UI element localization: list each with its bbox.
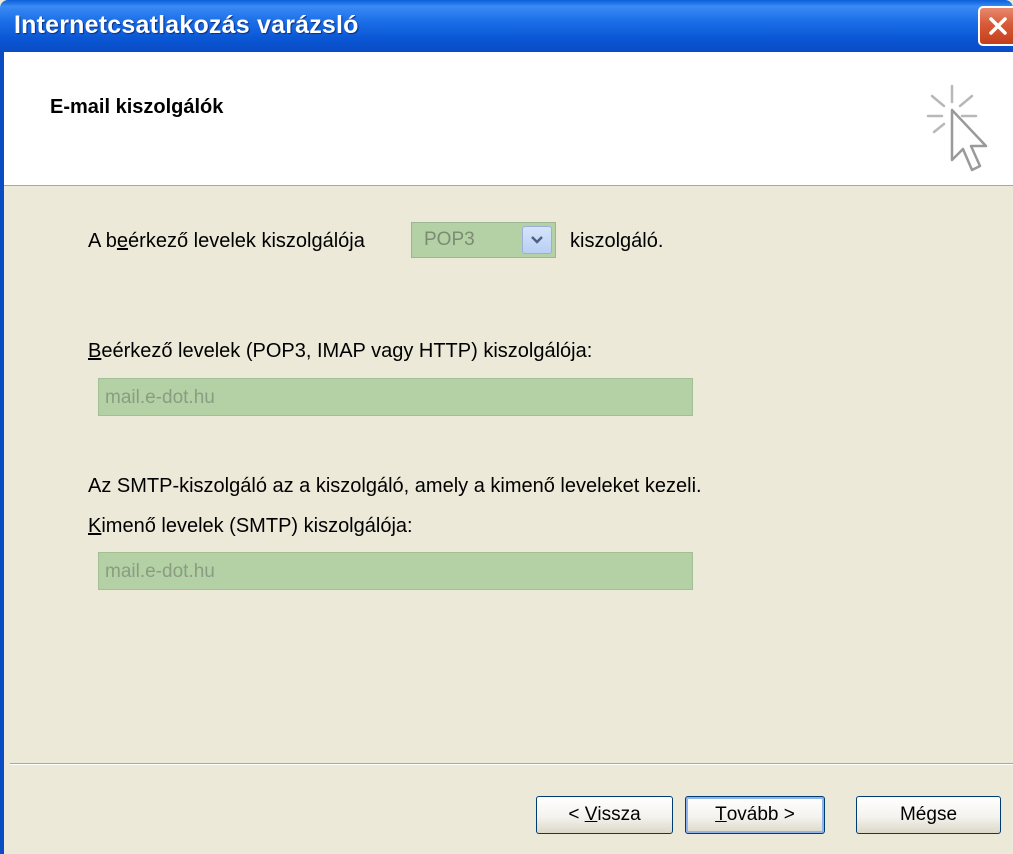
outgoing-server-field[interactable]: mail.e-dot.hu [98, 552, 693, 590]
incoming-server-value: mail.e-dot.hu [105, 387, 215, 408]
incoming-type-label-part: A [88, 230, 106, 252]
incoming-server-label-accel: B [88, 340, 102, 362]
server-type-value: POP3 [424, 229, 475, 250]
server-type-select[interactable]: POP3 [411, 222, 556, 258]
outgoing-server-value: mail.e-dot.hu [105, 561, 215, 582]
next-button-label: ovább > [726, 804, 795, 825]
incoming-server-field[interactable]: mail.e-dot.hu [98, 378, 693, 416]
close-icon [989, 17, 1007, 35]
outgoing-server-label-accel: K [88, 515, 102, 537]
incoming-server-label-part: eérkező levelek (POP3, IMAP vagy HTTP) k… [101, 340, 593, 362]
incoming-type-suffix: kiszolgáló. [570, 230, 664, 252]
dropdown-button[interactable] [522, 226, 552, 254]
outgoing-server-label: Kimenő levelek (SMTP) kiszolgálója: [88, 515, 413, 538]
next-button-accel: T [715, 804, 727, 825]
back-button-label: issza [597, 804, 641, 825]
back-button[interactable]: < Vissza [536, 796, 673, 834]
next-button[interactable]: Tovább > [685, 796, 825, 834]
close-button[interactable] [978, 6, 1013, 46]
incoming-type-label-part: b [105, 230, 117, 252]
incoming-server-label: Beérkező levelek (POP3, IMAP vagy HTTP) … [88, 340, 592, 363]
wizard-cursor-icon [926, 84, 988, 172]
button-divider [10, 763, 1013, 765]
incoming-type-label-accel: e [116, 230, 129, 252]
window-title: Internetcsatlakozás varázsló [14, 11, 359, 39]
back-button-label: < [568, 804, 585, 825]
smtp-info-text: Az SMTP-kiszolgáló az a kiszolgáló, amel… [88, 475, 702, 497]
back-button-accel: V [584, 804, 598, 825]
wizard-header: E-mail kiszolgálók [4, 52, 1013, 186]
page-title: E-mail kiszolgálók [50, 96, 224, 118]
title-bar[interactable]: Internetcsatlakozás varázsló [0, 0, 1013, 52]
cancel-button[interactable]: Mégse [856, 796, 1001, 834]
incoming-type-label: A beérkező levelek kiszolgálója [88, 230, 365, 253]
wizard-window: Internetcsatlakozás varázsló E-mail kisz… [0, 0, 1013, 854]
chevron-down-icon [531, 236, 543, 244]
outgoing-server-label-part: imenő levelek (SMTP) kiszolgálója: [101, 515, 413, 537]
incoming-type-label-part: érkező levelek kiszolgálója [128, 230, 365, 252]
